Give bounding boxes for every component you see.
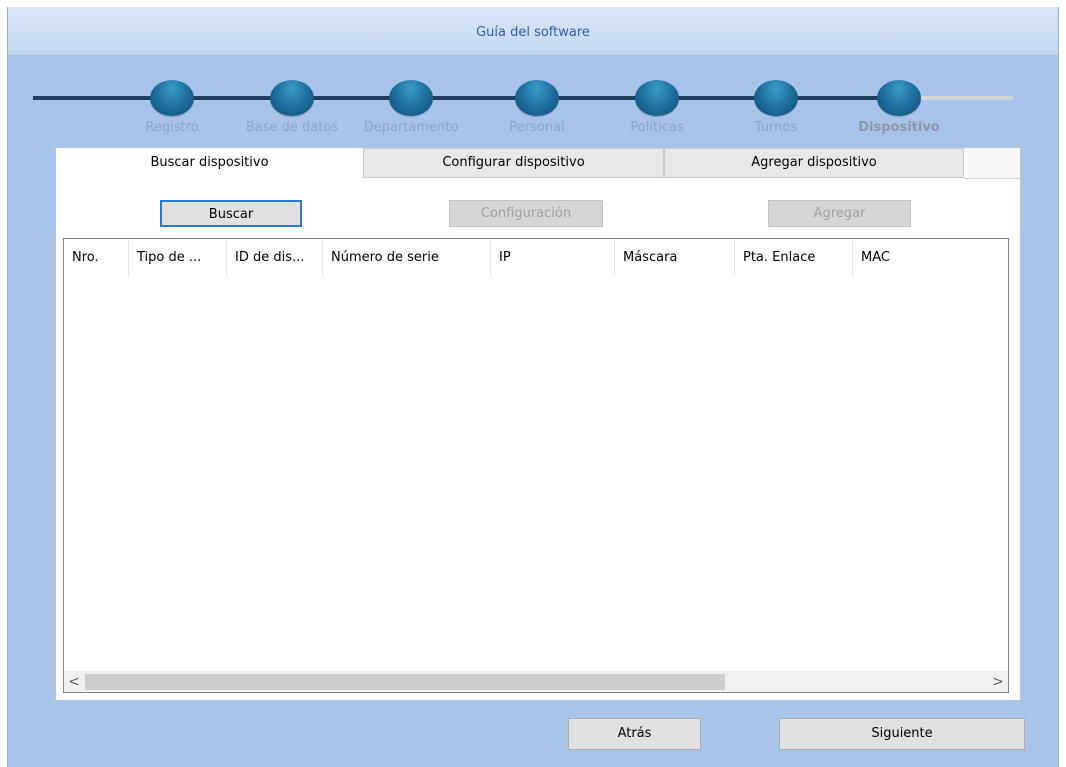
step-base-de-datos-marker <box>270 80 314 116</box>
wizard-window: Guía del software Registro Base de datos… <box>7 7 1059 767</box>
tab-strip-filler <box>964 148 1020 179</box>
scrollbar-thumb[interactable] <box>85 674 725 690</box>
tab-label: Agregar dispositivo <box>751 155 877 170</box>
step-departamento-marker <box>389 80 433 116</box>
step-politicas-marker <box>635 80 679 116</box>
tab-buscar-dispositivo[interactable]: Buscar dispositivo <box>56 148 363 179</box>
column-header-id[interactable]: ID de dis... <box>227 239 323 277</box>
step-label-registro: Registro <box>145 120 199 135</box>
device-results-table[interactable]: Nro. Tipo de ... ID de dis... Número de … <box>63 238 1009 693</box>
column-header-nro[interactable]: Nro. <box>64 239 129 277</box>
add-button[interactable]: Agregar <box>768 200 911 227</box>
column-header-mascara[interactable]: Máscara <box>615 239 735 277</box>
column-header-ip[interactable]: IP <box>491 239 615 277</box>
search-button[interactable]: Buscar <box>160 200 302 227</box>
tab-label: Buscar dispositivo <box>150 155 269 170</box>
scroll-left-icon[interactable]: < <box>64 672 84 692</box>
column-header-tipo[interactable]: Tipo de ... <box>129 239 227 277</box>
step-turnos-marker <box>754 80 798 116</box>
step-label-personal: Personal <box>509 120 565 135</box>
tab-strip: Buscar dispositivo Configurar dispositiv… <box>56 148 1020 179</box>
next-button[interactable]: Siguiente <box>779 718 1025 750</box>
step-label-departamento: Departamento <box>363 120 459 135</box>
step-registro-marker <box>150 80 194 116</box>
column-header-mac[interactable]: MAC <box>853 239 1008 277</box>
step-label-base-de-datos: Base de datos <box>245 120 339 135</box>
device-tab-panel: Buscar dispositivo Configurar dispositiv… <box>55 147 1021 701</box>
column-header-pta-enlace[interactable]: Pta. Enlace <box>735 239 853 277</box>
step-personal-marker <box>515 80 559 116</box>
step-label-dispositivo: Dispositivo <box>858 120 940 135</box>
step-label-politicas: Políticas <box>630 120 684 135</box>
title-bar: Guía del software <box>8 7 1058 56</box>
configuration-button[interactable]: Configuración <box>449 200 603 227</box>
tab-label: Configurar dispositivo <box>442 155 585 170</box>
scroll-right-icon[interactable]: > <box>988 672 1008 692</box>
back-button[interactable]: Atrás <box>568 718 701 750</box>
step-label-turnos: Turnos <box>754 120 798 135</box>
table-header: Nro. Tipo de ... ID de dis... Número de … <box>64 239 1008 277</box>
tab-configurar-dispositivo[interactable]: Configurar dispositivo <box>363 148 664 178</box>
tab-agregar-dispositivo[interactable]: Agregar dispositivo <box>664 148 964 178</box>
window-title: Guía del software <box>476 25 590 40</box>
horizontal-scrollbar[interactable]: < > <box>64 671 1008 692</box>
column-header-numero-serie[interactable]: Número de serie <box>323 239 491 277</box>
step-dispositivo-marker <box>877 80 921 116</box>
